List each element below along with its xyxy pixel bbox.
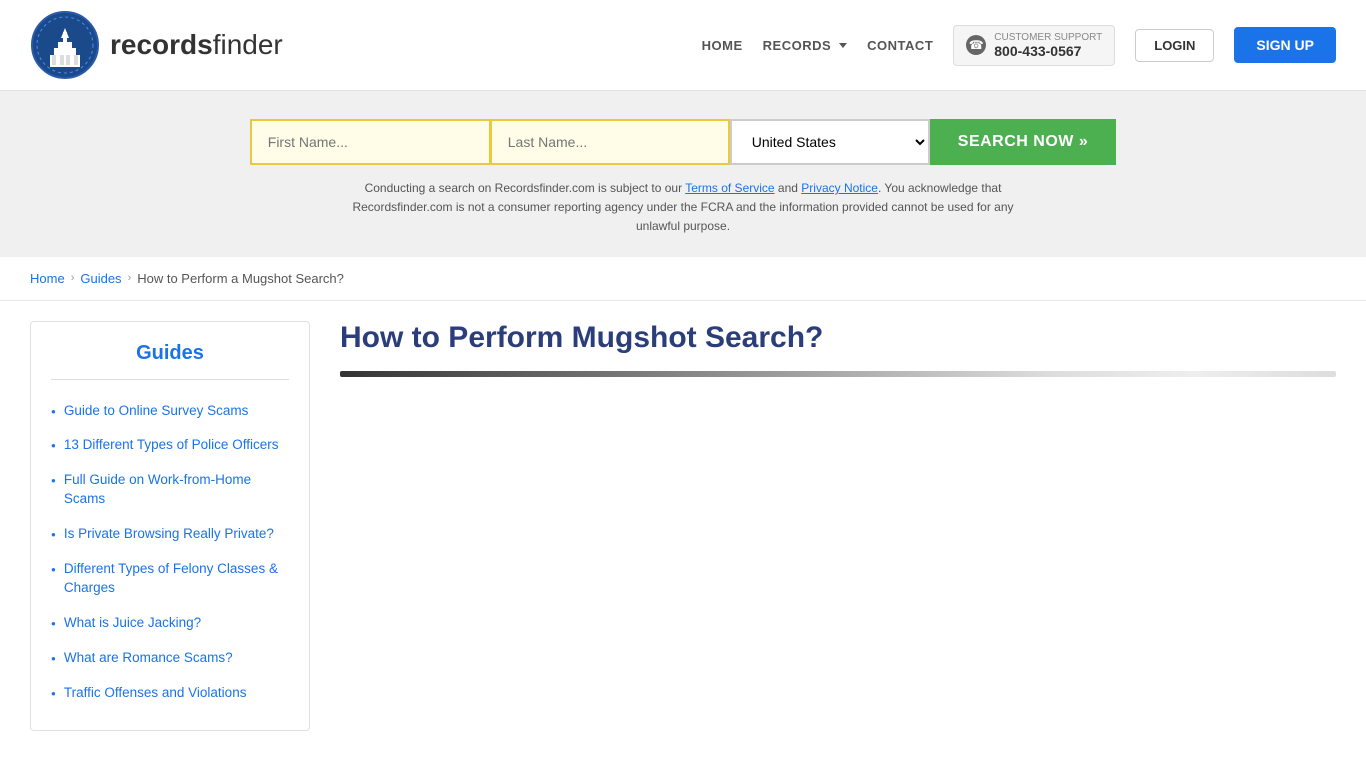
search-button[interactable]: SEARCH NOW » <box>930 119 1116 165</box>
list-item: Traffic Offenses and Violations <box>51 676 289 711</box>
country-select[interactable]: United States <box>730 119 930 165</box>
sidebar-link-7[interactable]: What are Romance Scams? <box>64 649 233 668</box>
search-disclaimer: Conducting a search on Recordsfinder.com… <box>333 179 1033 237</box>
breadcrumb-current: How to Perform a Mugshot Search? <box>137 271 344 286</box>
nav-records-label: RECORDS <box>763 38 832 53</box>
logo-icon <box>30 10 100 80</box>
list-item: What is Juice Jacking? <box>51 606 289 641</box>
last-name-input[interactable] <box>490 119 730 165</box>
logo-text-light: records <box>110 29 213 60</box>
article-title: How to Perform Mugshot Search? <box>340 321 1336 355</box>
article-area: How to Perform Mugshot Search? <box>340 321 1336 377</box>
main-nav: HOME RECORDS CONTACT ☎ CUSTOMER SUPPORT … <box>702 25 1336 66</box>
terms-link[interactable]: Terms of Service <box>685 181 774 195</box>
sidebar-link-2[interactable]: 13 Different Types of Police Officers <box>64 436 279 455</box>
headset-icon: ☎ <box>966 35 986 55</box>
main-content: Guides Guide to Online Survey Scams 13 D… <box>0 301 1366 752</box>
sidebar-link-8[interactable]: Traffic Offenses and Violations <box>64 684 247 703</box>
logo-text-bold: finder <box>213 29 283 60</box>
sidebar-link-6[interactable]: What is Juice Jacking? <box>64 614 201 633</box>
sidebar-link-4[interactable]: Is Private Browsing Really Private? <box>64 525 274 544</box>
article-hero-image <box>340 371 1336 377</box>
support-text: CUSTOMER SUPPORT 800-433-0567 <box>994 32 1102 59</box>
breadcrumb-home[interactable]: Home <box>30 271 65 286</box>
privacy-link[interactable]: Privacy Notice <box>801 181 878 195</box>
nav-home[interactable]: HOME <box>702 38 743 53</box>
guides-sidebar: Guides Guide to Online Survey Scams 13 D… <box>30 321 310 732</box>
search-section: United States SEARCH NOW » Conducting a … <box>0 91 1366 257</box>
list-item: Different Types of Felony Classes & Char… <box>51 552 289 606</box>
nav-records[interactable]: RECORDS <box>763 38 848 53</box>
signup-button[interactable]: SIGN UP <box>1234 27 1336 63</box>
sidebar-link-3[interactable]: Full Guide on Work-from-Home Scams <box>64 471 289 509</box>
breadcrumb: Home › Guides › How to Perform a Mugshot… <box>0 257 1366 301</box>
customer-support-box: ☎ CUSTOMER SUPPORT 800-433-0567 <box>953 25 1115 66</box>
list-item: 13 Different Types of Police Officers <box>51 428 289 463</box>
breadcrumb-sep-2: › <box>128 272 132 284</box>
site-header: recordsfinder HOME RECORDS CONTACT ☎ CUS… <box>0 0 1366 91</box>
sidebar-link-1[interactable]: Guide to Online Survey Scams <box>64 402 249 421</box>
search-row: United States SEARCH NOW » <box>20 119 1346 165</box>
sidebar-link-5[interactable]: Different Types of Felony Classes & Char… <box>64 560 289 598</box>
sidebar-link-list: Guide to Online Survey Scams 13 Differen… <box>51 394 289 711</box>
list-item: Is Private Browsing Really Private? <box>51 517 289 552</box>
support-label: CUSTOMER SUPPORT <box>994 32 1102 43</box>
sidebar-title: Guides <box>51 342 289 380</box>
breadcrumb-sep-1: › <box>71 272 75 284</box>
support-phone: 800-433-0567 <box>994 43 1102 59</box>
list-item: Full Guide on Work-from-Home Scams <box>51 463 289 517</box>
records-chevron-icon <box>839 43 847 48</box>
logo-text: recordsfinder <box>110 29 283 61</box>
logo-area: recordsfinder <box>30 10 283 80</box>
breadcrumb-guides[interactable]: Guides <box>80 271 121 286</box>
first-name-input[interactable] <box>250 119 490 165</box>
list-item: What are Romance Scams? <box>51 641 289 676</box>
login-button[interactable]: LOGIN <box>1135 29 1214 62</box>
nav-contact[interactable]: CONTACT <box>867 38 933 53</box>
list-item: Guide to Online Survey Scams <box>51 394 289 429</box>
